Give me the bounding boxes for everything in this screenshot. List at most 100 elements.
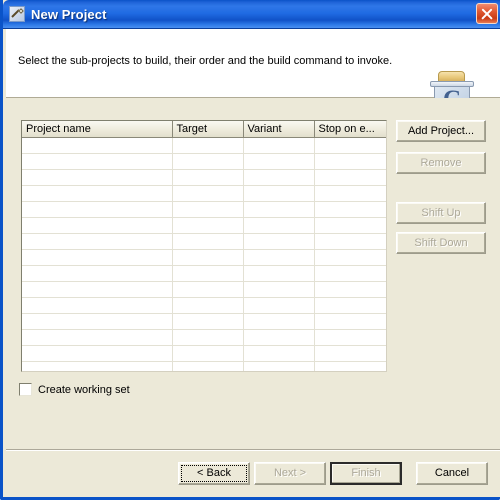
table-cell[interactable] [314,329,386,346]
table-cell[interactable] [172,137,244,154]
table-cell[interactable] [22,265,173,282]
table-cell[interactable] [243,329,315,346]
table-row[interactable] [22,249,386,266]
table-cell[interactable] [314,137,386,154]
table-cell[interactable] [22,153,173,170]
finish-button[interactable]: Finish [330,462,402,485]
table-cell[interactable] [172,185,244,202]
shift-up-button[interactable]: Shift Up [396,202,486,224]
table-cell[interactable] [22,297,173,314]
dialog-header: Select the sub-projects to build, their … [6,29,500,115]
table-cell[interactable] [172,249,244,266]
table-cell[interactable] [243,185,315,202]
table-cell[interactable] [22,169,173,186]
table-cell[interactable] [172,153,244,170]
table-cell[interactable] [243,153,315,170]
table-cell[interactable] [314,233,386,250]
table-row[interactable] [22,201,386,218]
next-button[interactable]: Next > [254,462,326,485]
table-row[interactable] [22,281,386,298]
table-cell[interactable] [243,233,315,250]
column-header-project-name[interactable]: Project name [22,121,173,138]
table-cell[interactable] [22,313,173,330]
table-cell[interactable] [172,201,244,218]
table-cell[interactable] [243,281,315,298]
table-cell[interactable] [314,169,386,186]
table-cell[interactable] [314,249,386,266]
checkbox-box[interactable] [19,383,32,396]
table-row[interactable] [22,137,386,154]
table-row[interactable] [22,329,386,346]
table-cell[interactable] [243,361,315,371]
table-cell[interactable] [172,345,244,362]
column-header-variant[interactable]: Variant [243,121,315,138]
table-cell[interactable] [314,297,386,314]
table-row[interactable] [22,297,386,314]
table-row[interactable] [22,313,386,330]
table-cell[interactable] [22,281,173,298]
table-cell[interactable] [243,249,315,266]
table-cell[interactable] [172,361,244,371]
table-cell[interactable] [22,345,173,362]
add-project-button[interactable]: Add Project... [396,120,486,142]
table-cell[interactable] [243,297,315,314]
footer-separator [6,449,500,451]
dialog-body: Project name Target Variant Stop on e...… [6,98,500,497]
table-cell[interactable] [172,169,244,186]
table-row[interactable] [22,169,386,186]
wizard-wand-icon [9,6,25,22]
table-cell[interactable] [243,345,315,362]
dialog-window: New Project Select the sub-projects to b… [0,0,500,500]
table-cell[interactable] [172,217,244,234]
close-icon[interactable] [476,3,498,24]
table-cell[interactable] [314,361,386,371]
table-cell[interactable] [22,249,173,266]
header-description: Select the sub-projects to build, their … [18,55,393,67]
table-cell[interactable] [172,329,244,346]
table-cell[interactable] [243,201,315,218]
table-row[interactable] [22,345,386,362]
table-cell[interactable] [172,297,244,314]
table-cell[interactable] [243,217,315,234]
cancel-button[interactable]: Cancel [416,462,488,485]
table-cell[interactable] [243,313,315,330]
table-cell[interactable] [22,217,173,234]
table-cell[interactable] [314,313,386,330]
table-row[interactable] [22,265,386,282]
table-cell[interactable] [172,265,244,282]
table-cell[interactable] [314,185,386,202]
table-cell[interactable] [172,313,244,330]
shift-down-button[interactable]: Shift Down [396,232,486,254]
table-row[interactable] [22,217,386,234]
table-cell[interactable] [243,169,315,186]
table-cell[interactable] [22,185,173,202]
table-cell[interactable] [172,233,244,250]
table-row[interactable] [22,361,386,371]
remove-button[interactable]: Remove [396,152,486,174]
back-button[interactable]: < Back [178,462,250,485]
table-cell[interactable] [172,281,244,298]
create-working-set-label: Create working set [38,383,130,396]
table-cell[interactable] [314,265,386,282]
table-cell[interactable] [314,153,386,170]
window-title: New Project [31,6,107,22]
column-header-target[interactable]: Target [172,121,244,138]
table-cell[interactable] [22,361,173,371]
table-cell[interactable] [243,265,315,282]
table-cell[interactable] [22,201,173,218]
table-cell[interactable] [22,329,173,346]
table-cell[interactable] [22,137,173,154]
create-working-set-checkbox[interactable]: Create working set [19,383,130,396]
table-cell[interactable] [314,217,386,234]
column-header-stop-on-error[interactable]: Stop on e... [314,121,386,138]
table-cell[interactable] [314,345,386,362]
table-cell[interactable] [243,137,315,154]
table-cell[interactable] [22,233,173,250]
table-row[interactable] [22,185,386,202]
table-row[interactable] [22,153,386,170]
table-cell[interactable] [314,201,386,218]
title-bar: New Project [3,0,500,29]
table-cell[interactable] [314,281,386,298]
table-row[interactable] [22,233,386,250]
sub-projects-table[interactable]: Project name Target Variant Stop on e... [21,120,387,372]
